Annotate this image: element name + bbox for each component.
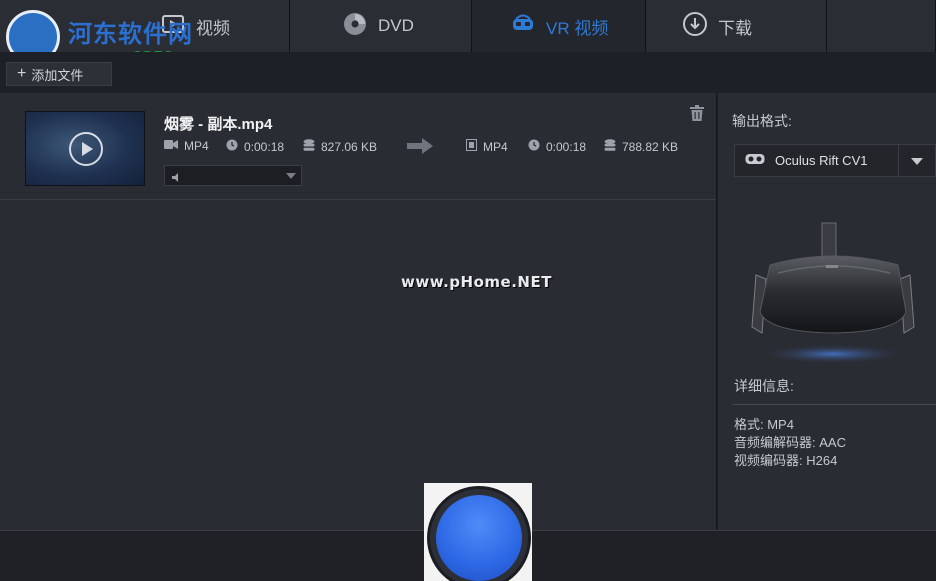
output-format-select[interactable]: Oculus Rift CV1 bbox=[734, 144, 936, 177]
chevron-down-icon[interactable] bbox=[911, 158, 923, 165]
output-duration: 0:00:18 bbox=[528, 139, 586, 154]
chevron-down-icon bbox=[286, 173, 296, 179]
vr-headset-image bbox=[748, 217, 918, 367]
tab-download[interactable]: 下载 bbox=[646, 0, 827, 52]
convert-button[interactable] bbox=[427, 486, 531, 581]
output-size-text: 788.82 KB bbox=[622, 140, 679, 154]
audio-track-select[interactable] bbox=[164, 165, 302, 186]
clock-icon bbox=[226, 139, 238, 154]
tab-dvd[interactable]: DVD bbox=[290, 0, 472, 52]
database-icon bbox=[303, 139, 315, 155]
database-icon bbox=[604, 139, 616, 155]
source-format: MP4 bbox=[164, 139, 209, 153]
output-format: MP4 bbox=[466, 139, 508, 154]
source-size: 827.06 KB bbox=[303, 139, 377, 155]
toolbar bbox=[0, 52, 936, 93]
selected-format: Oculus Rift CV1 bbox=[775, 153, 868, 168]
add-file-button[interactable]: + 添加文件 bbox=[6, 62, 112, 86]
output-settings-panel: 输出格式: Oculus Rift CV1 详细信息: 格式: MP4 音频编解… bbox=[718, 93, 936, 530]
tab-vr-video-label: VR 视频 bbox=[546, 18, 609, 38]
vr-glasses-icon bbox=[745, 152, 765, 170]
output-duration-text: 0:00:18 bbox=[546, 139, 587, 154]
source-duration: 0:00:18 bbox=[226, 139, 284, 154]
detail-video-codec: 视频编码器: H264 bbox=[734, 453, 838, 468]
details-list: 格式: MP4 音频编解码器: AAC 视频编码器: H264 bbox=[734, 416, 846, 470]
convert-button-frame bbox=[424, 483, 532, 581]
file-row[interactable]: 烟雾 - 副本.mp4 MP4 0:00:18 827.06 KB MP4 0:… bbox=[0, 93, 716, 200]
detail-audio-codec: 音频编解码器: AAC bbox=[734, 435, 846, 450]
file-name: 烟雾 - 副本.mp4 bbox=[164, 116, 273, 133]
download-icon bbox=[682, 11, 708, 42]
delete-icon[interactable] bbox=[690, 105, 704, 126]
tab-bar-spacer bbox=[827, 0, 936, 52]
detail-format: 格式: MP4 bbox=[734, 417, 794, 432]
tab-download-label: 下载 bbox=[718, 18, 752, 38]
film-strip-icon bbox=[466, 139, 477, 154]
speaker-icon bbox=[171, 170, 182, 188]
add-file-label: 添加文件 bbox=[31, 67, 84, 83]
select-divider bbox=[898, 145, 899, 176]
logo-title: 河东软件网 bbox=[68, 19, 193, 48]
output-format-label: 输出格式: bbox=[732, 113, 792, 129]
clock-icon bbox=[528, 139, 540, 154]
source-format-text: MP4 bbox=[184, 139, 209, 153]
play-icon[interactable] bbox=[69, 132, 103, 166]
source-duration-text: 0:00:18 bbox=[244, 139, 285, 154]
arrow-right-icon bbox=[406, 137, 434, 160]
disc-icon bbox=[342, 11, 368, 42]
video-format-icon bbox=[164, 139, 178, 153]
tab-dvd-label: DVD bbox=[378, 16, 414, 35]
file-list-panel: 烟雾 - 副本.mp4 MP4 0:00:18 827.06 KB MP4 0:… bbox=[0, 93, 717, 530]
convert-button-face[interactable] bbox=[436, 495, 522, 581]
video-thumbnail[interactable] bbox=[25, 111, 145, 186]
details-label: 详细信息: bbox=[734, 378, 794, 394]
output-size: 788.82 KB bbox=[604, 139, 678, 155]
vr-headset-icon bbox=[510, 11, 536, 42]
overlay-watermark: www.pHome.NET bbox=[401, 273, 552, 291]
tab-vr-video[interactable]: VR 视频 bbox=[472, 0, 646, 52]
details-divider bbox=[732, 404, 936, 405]
source-size-text: 827.06 KB bbox=[321, 140, 378, 154]
plus-icon: + bbox=[17, 65, 27, 82]
output-format-text: MP4 bbox=[483, 139, 508, 154]
